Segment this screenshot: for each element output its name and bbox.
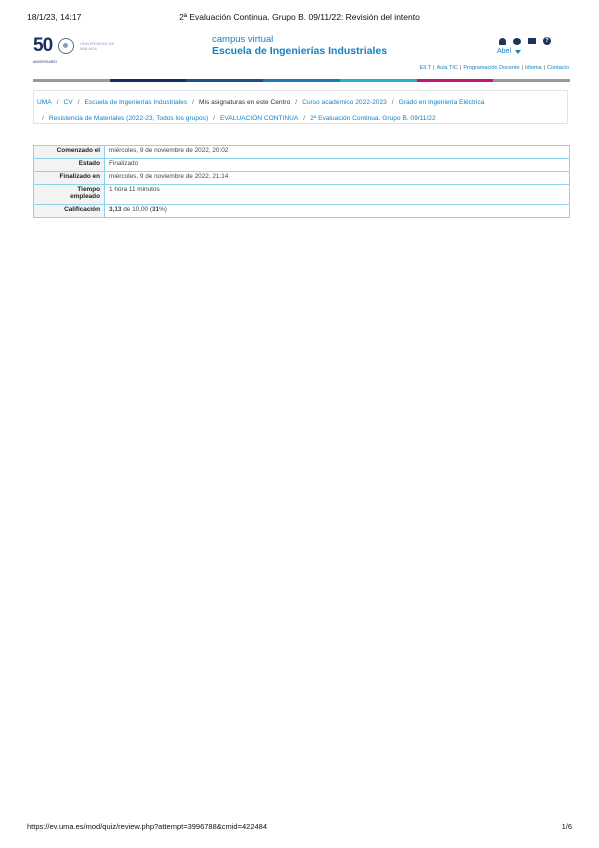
- breadcrumb-cv[interactable]: CV: [64, 99, 73, 106]
- link-eiit[interactable]: EII.T: [420, 65, 432, 71]
- chat-icon[interactable]: [513, 37, 521, 45]
- site-subtitle: campus virtual: [212, 34, 274, 45]
- color-bar: [33, 79, 571, 82]
- breadcrumb-my-subjects: Mis asignaturas en este Centro: [199, 99, 291, 106]
- started-label: Comenzado el: [33, 145, 105, 159]
- help-icon[interactable]: ?: [543, 37, 551, 45]
- page-number: 1/6: [561, 822, 572, 831]
- time-label: Tiempo empleado: [33, 184, 105, 205]
- table-row: Comenzado el miércoles, 9 de noviembre d…: [33, 145, 570, 159]
- table-row: Tiempo empleado 1 hora 11 minutos: [33, 184, 570, 205]
- color-bar-segment: [493, 79, 571, 82]
- breadcrumb-academic-year[interactable]: Curso académico 2022-2023: [302, 99, 387, 106]
- finished-value: miércoles, 9 de noviembre de 2022, 21:14: [104, 171, 570, 185]
- table-row: Finalizado en miércoles, 9 de noviembre …: [33, 171, 570, 185]
- color-bar-segment: [186, 79, 264, 82]
- print-footer: https://ev.uma.es/mod/quiz/review.php?at…: [27, 822, 572, 836]
- color-bar-segment: [339, 79, 417, 82]
- link-idioma[interactable]: Idioma: [525, 65, 542, 71]
- university-name: UNIVERSIDAD DE MÁLAGA: [80, 41, 115, 51]
- time-value: 1 hora 11 minutos: [104, 184, 570, 205]
- grade-label: Calificación: [33, 204, 105, 218]
- started-value: miércoles, 9 de noviembre de 2022, 20:02: [104, 145, 570, 159]
- site-name: Escuela de Ingenierías Industriales: [212, 45, 388, 57]
- university-logos[interactable]: 50 ANIVERSARIO UNIVERSIDAD DE MÁLAGA: [33, 35, 115, 64]
- print-url: https://ev.uma.es/mod/quiz/review.php?at…: [27, 822, 268, 831]
- grade-value: 3,13 de 10,00 (31%): [104, 204, 570, 218]
- bell-icon[interactable]: [499, 37, 506, 45]
- breadcrumb: UMA / CV / Escuela de Ingenierías Industrial…: [33, 90, 568, 124]
- mail-icon[interactable]: [528, 38, 536, 44]
- print-header: 18/1/23, 14:17 2ª Evaluación Continua. G…: [27, 12, 572, 26]
- link-programacion-docente[interactable]: Programación Docente: [463, 65, 519, 71]
- breadcrumb-degree[interactable]: Grado en Ingeniería Eléctrica: [399, 99, 485, 106]
- breadcrumb-school[interactable]: Escuela de Ingenierías Industriales: [85, 99, 188, 106]
- print-title: 2ª Evaluación Continua. Grupo B. 09/11/2…: [179, 12, 420, 22]
- university-seal-icon: [58, 38, 75, 54]
- color-bar-segment: [263, 79, 340, 82]
- breadcrumb-section[interactable]: EVALUACIÓN CONTINUA: [220, 115, 298, 122]
- finished-label: Finalizado en: [33, 171, 105, 185]
- chevron-down-icon: [515, 49, 522, 54]
- breadcrumb-uma[interactable]: UMA: [37, 99, 52, 106]
- attempt-summary-table: Comenzado el miércoles, 9 de noviembre d…: [33, 145, 570, 218]
- breadcrumb-quiz[interactable]: 2ª Evaluación Continua. Grupo B. 09/11/2…: [310, 115, 435, 122]
- site-title[interactable]: campus virtual Escuela de Ingenierías In…: [212, 34, 387, 57]
- link-contacto[interactable]: Contacto: [547, 65, 569, 71]
- state-value: Finalizado: [104, 158, 570, 172]
- top-icons: ?: [499, 37, 551, 45]
- table-row: Estado Finalizado: [33, 158, 570, 172]
- table-row: Calificación 3,13 de 10,00 (31%): [33, 204, 570, 218]
- top-links: EII.T | Aula TIC | Programación Docente | Idio…: [419, 65, 569, 71]
- color-bar-segment: [33, 79, 110, 82]
- state-label: Estado: [33, 158, 105, 172]
- color-bar-segment: [416, 79, 494, 82]
- breadcrumb-course[interactable]: Resistencia de Materiales (2022-23, Todo…: [49, 115, 208, 122]
- color-bar-segment: [109, 79, 187, 82]
- anniversary-logo: 50 ANIVERSARIO: [33, 35, 57, 64]
- user-name: Abel: [497, 48, 512, 55]
- user-menu[interactable]: Abel: [497, 48, 522, 55]
- link-aula-tic[interactable]: Aula TIC: [437, 65, 458, 71]
